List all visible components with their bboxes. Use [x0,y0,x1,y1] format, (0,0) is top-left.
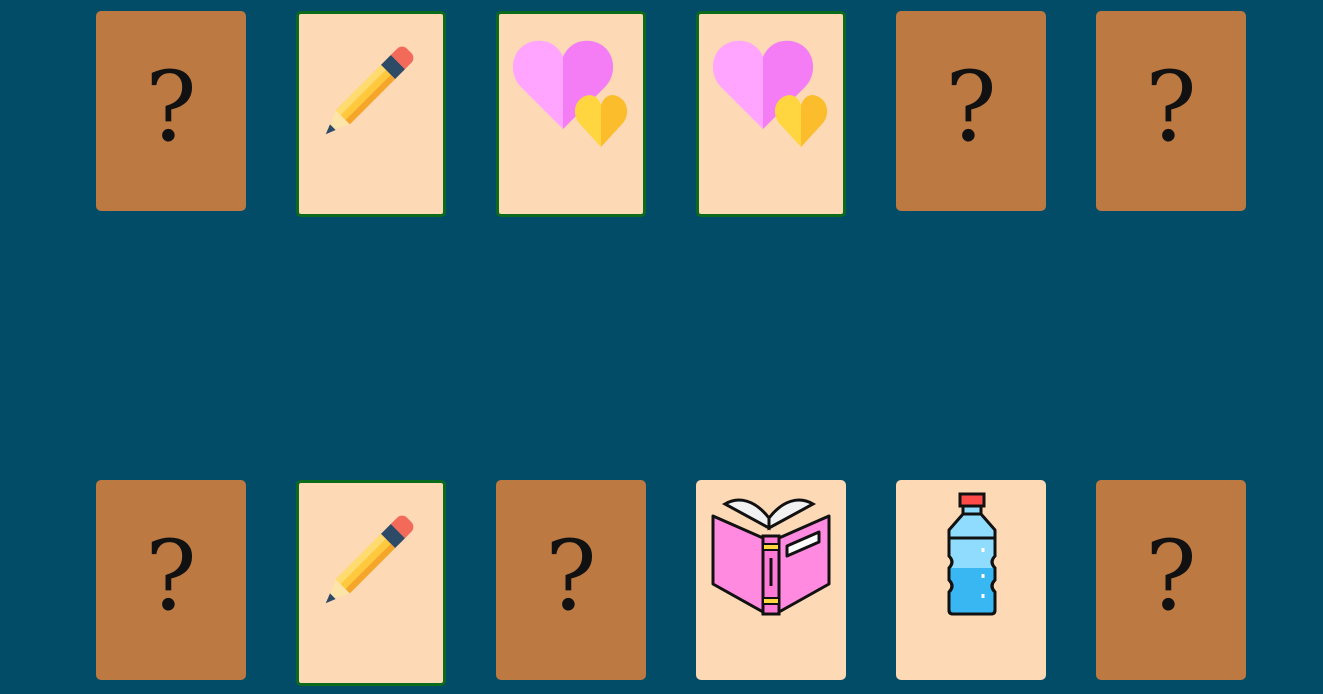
card-r2-c6[interactable]: ? [1096,480,1246,680]
card-r2-c4[interactable] [696,480,846,680]
hearts-icon [512,40,628,147]
memory-board: ? ? ? ? ? ? [0,0,1323,694]
card-r1-c1[interactable]: ? [96,11,246,211]
card-r2-c3[interactable]: ? [496,480,646,680]
card-r2-c2[interactable] [296,480,446,686]
hearts-icon [712,40,828,147]
question-mark: ? [145,51,197,163]
question-mark: ? [545,520,597,632]
pencil-icon [325,515,414,604]
question-mark: ? [1145,51,1197,163]
pencil-icon [325,46,414,135]
card-r1-c6[interactable]: ? [1096,11,1246,211]
card-r1-c2[interactable] [296,11,446,217]
card-r1-c5[interactable]: ? [896,11,1046,211]
card-r2-c1[interactable]: ? [96,480,246,680]
question-mark: ? [1145,520,1197,632]
book-icon [711,498,831,616]
card-r1-c3[interactable] [496,11,646,217]
question-mark: ? [145,520,197,632]
water-bottle-icon [947,492,997,616]
question-mark: ? [945,51,997,163]
card-r1-c4[interactable] [696,11,846,217]
card-r2-c5[interactable] [896,480,1046,680]
